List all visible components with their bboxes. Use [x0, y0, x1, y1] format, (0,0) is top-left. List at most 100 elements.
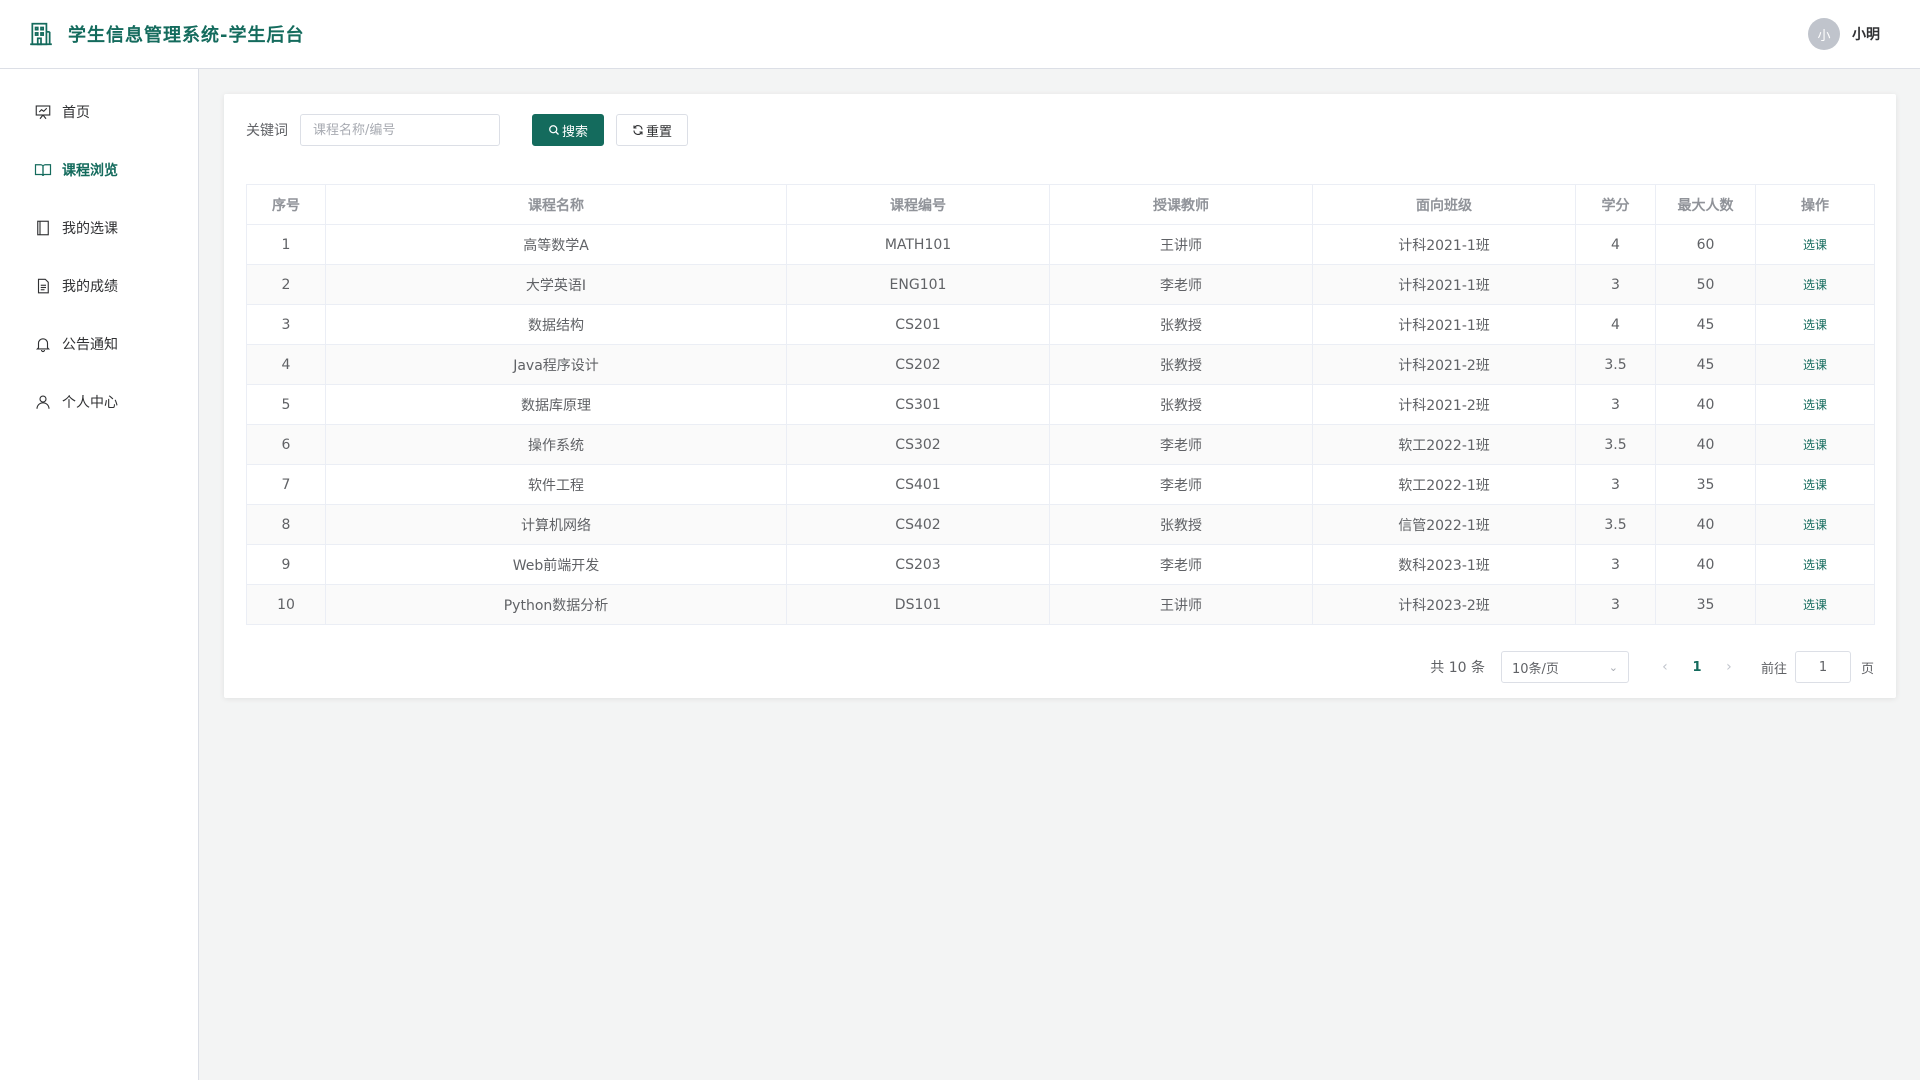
reset-button-label: 重置	[646, 124, 673, 140]
table-cell: 3.5	[1575, 504, 1656, 545]
select-course-link[interactable]: 选课	[1803, 238, 1827, 252]
sidebar-item-label: 课程浏览	[62, 163, 118, 179]
sidebar: 首页 课程浏览 我的选课 我的成绩 公告通知 个人中心	[0, 69, 199, 1080]
table-cell: 选课	[1755, 464, 1875, 505]
table-cell: 计科2021-2班	[1312, 344, 1576, 385]
table-row: 7 软件工程 CS401 李老师 软工2022-1班 3 35 选课	[246, 464, 1875, 505]
sidebar-item-label: 我的选课	[62, 221, 118, 237]
sidebar-item-notices[interactable]: 公告通知	[0, 315, 198, 373]
sidebar-item-home[interactable]: 首页	[0, 83, 198, 141]
search-input[interactable]	[300, 114, 500, 146]
table-cell: 3	[1575, 544, 1656, 585]
page-size-select[interactable]: 10条/页 ⌄	[1500, 651, 1629, 683]
table-cell: CS203	[786, 544, 1050, 585]
column-header: 课程名称	[325, 184, 787, 225]
table-cell: 40	[1655, 424, 1756, 465]
sidebar-item-my-courses[interactable]: 我的选课	[0, 199, 198, 257]
select-course-link[interactable]: 选课	[1803, 518, 1827, 532]
sidebar-item-label: 公告通知	[62, 337, 118, 353]
table-cell: 6	[246, 424, 326, 465]
bell-icon	[36, 338, 50, 352]
table-cell: 35	[1655, 584, 1756, 625]
select-course-link[interactable]: 选课	[1803, 438, 1827, 452]
content-card: 关键词 搜索 重置 序号课程名称课程编号授课教师面向班级学分最大人数操作	[224, 94, 1896, 698]
select-course-link[interactable]: 选课	[1803, 358, 1827, 372]
table-body: 1 高等数学A MATH101 王讲师 计科2021-1班 4 60 选课 2 大学英语I ENG1…	[246, 224, 1875, 625]
reset-button[interactable]: 重置	[616, 114, 689, 146]
table-cell: 软件工程	[325, 464, 787, 505]
table-cell: MATH101	[786, 224, 1050, 265]
search-button[interactable]: 搜索	[532, 114, 605, 146]
column-header: 最大人数	[1655, 184, 1756, 225]
avatar[interactable]: 小	[1808, 18, 1840, 50]
table-row: 1 高等数学A MATH101 王讲师 计科2021-1班 4 60 选课	[246, 224, 1875, 265]
table-cell: 张教授	[1049, 384, 1313, 425]
table-cell: 王讲师	[1049, 224, 1313, 265]
sidebar-item-my-grades[interactable]: 我的成绩	[0, 257, 198, 315]
table-cell: 计算机网络	[325, 504, 787, 545]
table-cell: 7	[246, 464, 326, 505]
table-cell: 计科2021-2班	[1312, 384, 1576, 425]
select-course-link[interactable]: 选课	[1803, 478, 1827, 492]
table-cell: CS202	[786, 344, 1050, 385]
table-cell: 张教授	[1049, 504, 1313, 545]
column-header: 操作	[1755, 184, 1875, 225]
select-course-link[interactable]: 选课	[1803, 398, 1827, 412]
next-page-icon[interactable]: ›	[1713, 659, 1745, 675]
table-header-row: 序号 课程名称 课程编号 授课教师 面向班级 学分 最大人数 操作	[246, 184, 1875, 225]
table-cell: 3.5	[1575, 344, 1656, 385]
table-cell: 选课	[1755, 544, 1875, 585]
brand: 学生信息管理系统-学生后台	[28, 21, 304, 47]
sidebar-item-label: 我的成绩	[62, 279, 118, 295]
sidebar-item-course-browse[interactable]: 课程浏览	[0, 141, 198, 199]
table-cell: 35	[1655, 464, 1756, 505]
table-row: 9 Web前端开发 CS203 李老师 数科2023-1班 3 40 选课	[246, 544, 1875, 585]
user-icon	[36, 395, 50, 409]
user-menu[interactable]: 小 小明	[1808, 18, 1892, 50]
column-header: 面向班级	[1312, 184, 1576, 225]
search-button-label: 搜索	[562, 124, 589, 140]
table-cell: 1	[246, 224, 326, 265]
select-course-link[interactable]: 选课	[1803, 558, 1827, 572]
table-row: 8 计算机网络 CS402 张教授 信管2022-1班 3.5 40 选课	[246, 504, 1875, 545]
table-cell: 数据库原理	[325, 384, 787, 425]
column-header: 授课教师	[1049, 184, 1313, 225]
search-icon	[549, 125, 559, 135]
table-cell: 信管2022-1班	[1312, 504, 1576, 545]
table-cell: 3.5	[1575, 424, 1656, 465]
table-cell: 60	[1655, 224, 1756, 265]
user-name[interactable]: 小明	[1852, 24, 1880, 44]
table-cell: 5	[246, 384, 326, 425]
table-cell: 高等数学A	[325, 224, 787, 265]
table-cell: 45	[1655, 304, 1756, 345]
table-cell: 4	[1575, 224, 1656, 265]
select-course-link[interactable]: 选课	[1803, 278, 1827, 292]
table-row: 5 数据库原理 CS301 张教授 计科2021-2班 3 40 选课	[246, 384, 1875, 425]
table-cell: 选课	[1755, 224, 1875, 265]
table-cell: CS401	[786, 464, 1050, 505]
table-cell: 45	[1655, 344, 1756, 385]
sidebar-item-profile[interactable]: 个人中心	[0, 373, 198, 431]
goto-page-input[interactable]	[1794, 651, 1851, 683]
building-icon	[30, 22, 52, 46]
table-cell: 3	[1575, 384, 1656, 425]
table-cell: 李老师	[1049, 544, 1313, 585]
table-cell: 选课	[1755, 384, 1875, 425]
table-cell: Python数据分析	[325, 584, 787, 625]
refresh-icon	[633, 125, 643, 135]
table-cell: 4	[246, 344, 326, 385]
document-icon	[37, 278, 49, 294]
table-cell: 3	[246, 304, 326, 345]
table-cell: 软工2022-1班	[1312, 424, 1576, 465]
table-cell: 张教授	[1049, 304, 1313, 345]
table-row: 4 Java程序设计 CS202 张教授 计科2021-2班 3.5 45 选课	[246, 344, 1875, 385]
search-bar: 关键词 搜索 重置	[246, 114, 1874, 146]
prev-page-icon[interactable]: ‹	[1649, 659, 1681, 675]
page-number-current[interactable]: 1	[1681, 660, 1713, 675]
table-cell: 计科2021-1班	[1312, 304, 1576, 345]
column-header: 课程编号	[786, 184, 1050, 225]
select-course-link[interactable]: 选课	[1803, 318, 1827, 332]
table-cell: 数科2023-1班	[1312, 544, 1576, 585]
table-cell: 计科2023-2班	[1312, 584, 1576, 625]
select-course-link[interactable]: 选课	[1803, 598, 1827, 612]
